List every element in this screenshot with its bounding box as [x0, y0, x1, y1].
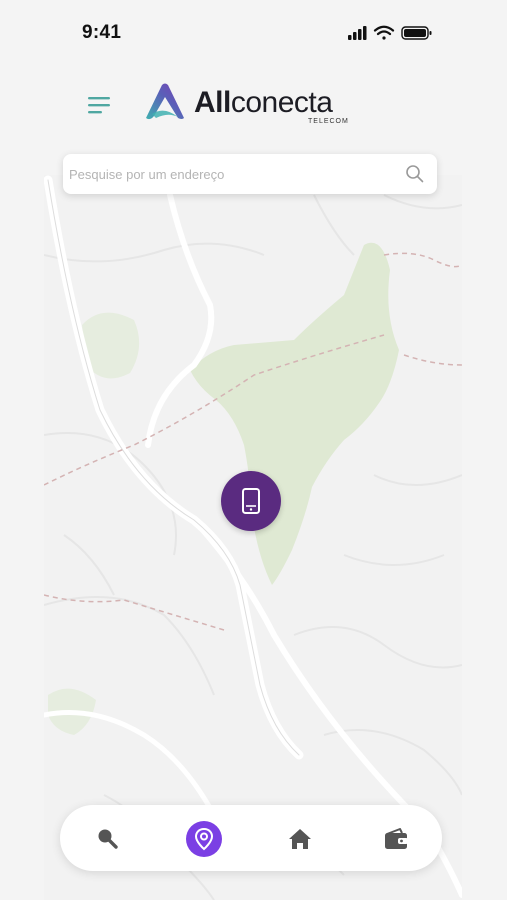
- brand-logo: Allconecta TELECOM: [142, 82, 372, 132]
- status-bar: 9:41: [0, 0, 507, 64]
- location-pin-icon: [194, 827, 214, 851]
- map-canvas: [44, 175, 462, 900]
- status-time: 9:41: [82, 22, 122, 43]
- wifi-icon: [373, 25, 395, 40]
- logo-regular-text: conecta: [230, 86, 333, 119]
- nav-map-button[interactable]: [186, 821, 222, 857]
- menu-button[interactable]: [86, 94, 114, 116]
- map-view[interactable]: [44, 175, 462, 900]
- logo-bold-text: All: [194, 86, 231, 119]
- nav-wallet-button[interactable]: [378, 821, 414, 857]
- nav-search-button[interactable]: [90, 821, 126, 857]
- logo-mark-icon: [146, 83, 184, 120]
- tablet-icon: [242, 488, 260, 514]
- search-input[interactable]: [69, 154, 389, 194]
- hamburger-icon: [88, 97, 110, 114]
- logo-wordmark: Allconecta: [194, 86, 333, 120]
- wallet-icon: [385, 828, 408, 849]
- address-search-bar: [63, 154, 437, 194]
- nav-home-button[interactable]: [282, 821, 318, 857]
- battery-icon: [401, 26, 432, 40]
- search-icon: [98, 829, 118, 849]
- home-icon: [289, 829, 311, 849]
- status-icons: [346, 24, 436, 42]
- bottom-navigation: [60, 805, 442, 871]
- location-marker[interactable]: [221, 471, 281, 531]
- logo-subtitle: TELECOM: [308, 118, 349, 125]
- app-header: Allconecta TELECOM: [0, 64, 507, 154]
- cellular-signal-icon: [348, 26, 367, 40]
- search-icon[interactable]: [405, 164, 425, 184]
